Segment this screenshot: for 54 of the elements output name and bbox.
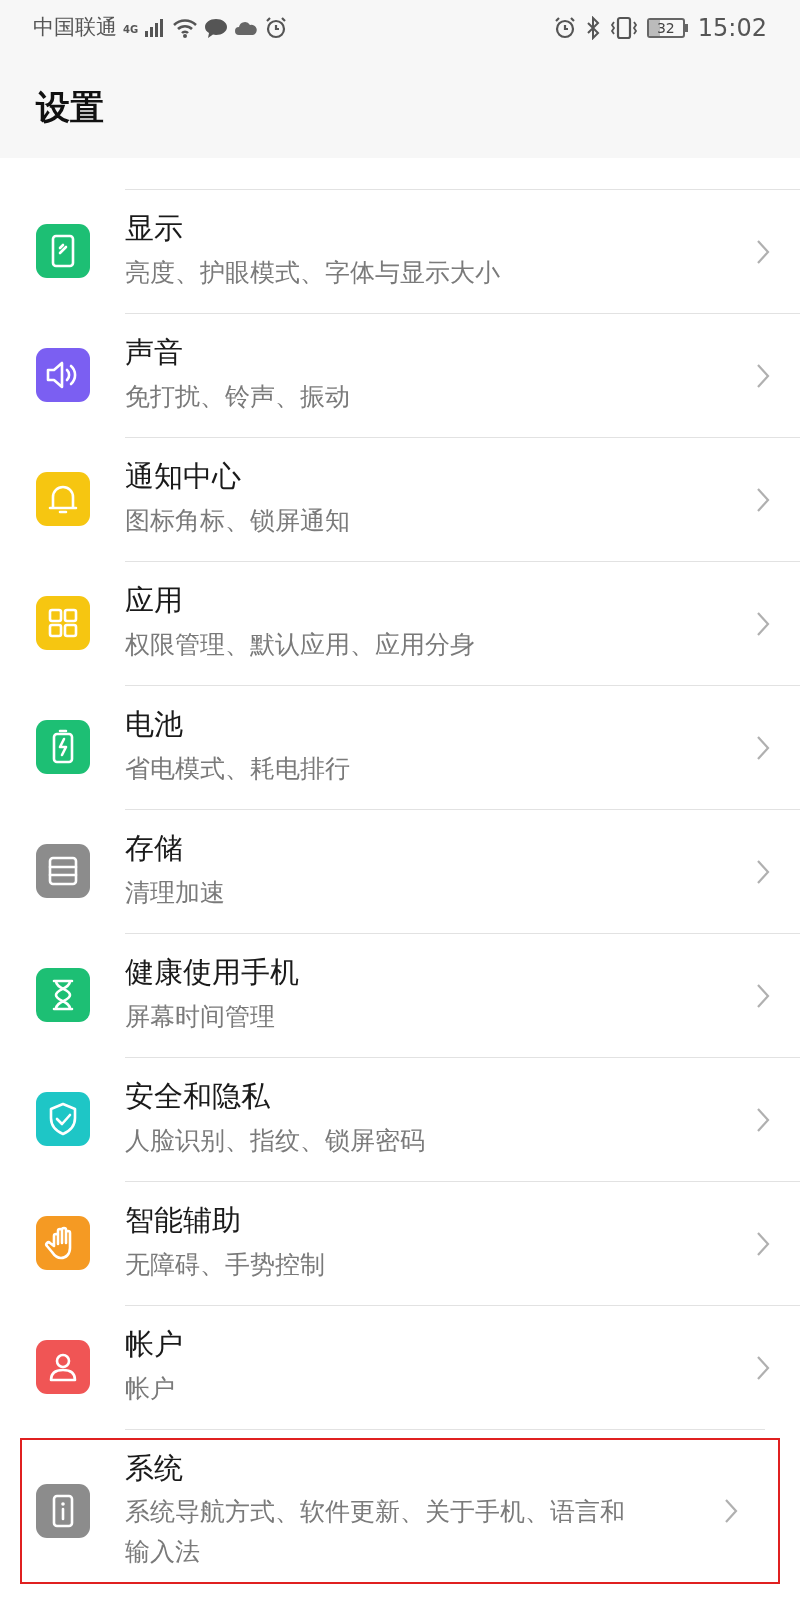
network-type: 4G [123,23,139,38]
item-subtitle: 省电模式、耗电排行 [125,752,351,785]
item-subtitle: 帐户 [125,1372,176,1405]
vibrate-icon [608,16,639,40]
settings-row[interactable]: 电池 省电模式、耗电排行 [0,685,800,809]
chevron-right-icon [756,734,770,761]
page-title: 设置 [36,85,104,129]
item-subtitle: 图标角标、锁屏通知 [125,504,351,537]
item-subtitle: 亮度、护眼模式、字体与显示大小 [125,256,501,289]
chevron-right-icon [756,1230,770,1257]
settings-row[interactable]: 安全和隐私 人脸识别、指纹、锁屏密码 [0,1057,800,1181]
item-title: 帐户 [125,1326,184,1363]
item-subtitle: 系统导航方式、软件更新、关于手机、语言和输入法 [125,1496,626,1569]
settings-row[interactable]: 通知中心 图标角标、锁屏通知 [0,437,800,561]
item-subtitle: 屏幕时间管理 [125,1000,276,1033]
item-title: 电池 [125,706,184,743]
item-title: 智能辅助 [125,1202,242,1239]
wifi-icon [172,18,199,38]
settings-row[interactable]: 帐户 帐户 [0,1305,800,1429]
item-title: 存储 [125,830,184,867]
settings-row[interactable]: 显示 亮度、护眼模式、字体与显示大小 [0,189,800,313]
settings-row[interactable]: 智能辅助 无障碍、手势控制 [0,1181,800,1305]
clock-time: 15:02 [697,13,767,44]
chevron-right-icon [756,982,770,1009]
chevron-right-icon [756,486,770,513]
settings-row[interactable]: 声音 免打扰、铃声、振动 [0,313,800,437]
item-subtitle: 人脸识别、指纹、锁屏密码 [125,1124,426,1157]
settings-row[interactable]: 应用 权限管理、默认应用、应用分身 [0,561,800,685]
item-title: 声音 [125,334,184,371]
item-title: 系统 [125,1450,184,1487]
chevron-right-icon [756,1354,770,1381]
chevron-right-icon [756,238,770,265]
highlighted-settings-row[interactable]: 系统 系统导航方式、软件更新、关于手机、语言和输入法 [20,1438,780,1585]
item-subtitle: 无障碍、手势控制 [125,1248,326,1281]
chevron-right-icon [756,610,770,637]
settings-row[interactable]: 存储 清理加速 [0,809,800,933]
item-title: 通知中心 [125,458,242,495]
battery-indicator: 32 [646,18,688,38]
chevron-right-icon [756,1106,770,1133]
chevron-right-icon [724,1498,738,1525]
settings-row[interactable]: 健康使用手机 屏幕时间管理 [0,933,800,1057]
chat-bubble-icon [204,17,229,39]
bluetooth-icon [584,16,601,40]
item-title: 健康使用手机 [125,954,300,991]
carrier-name: 中国联通 [33,14,117,42]
chevron-right-icon [756,362,770,389]
chevron-right-icon [756,858,770,885]
item-title: 安全和隐私 [125,1078,271,1115]
cloud-icon [234,19,259,37]
item-subtitle: 权限管理、默认应用、应用分身 [125,628,476,661]
item-title: 应用 [125,582,184,619]
item-title: 显示 [125,210,184,247]
item-subtitle: 清理加速 [125,876,226,909]
item-subtitle: 免打扰、铃声、振动 [125,380,351,413]
